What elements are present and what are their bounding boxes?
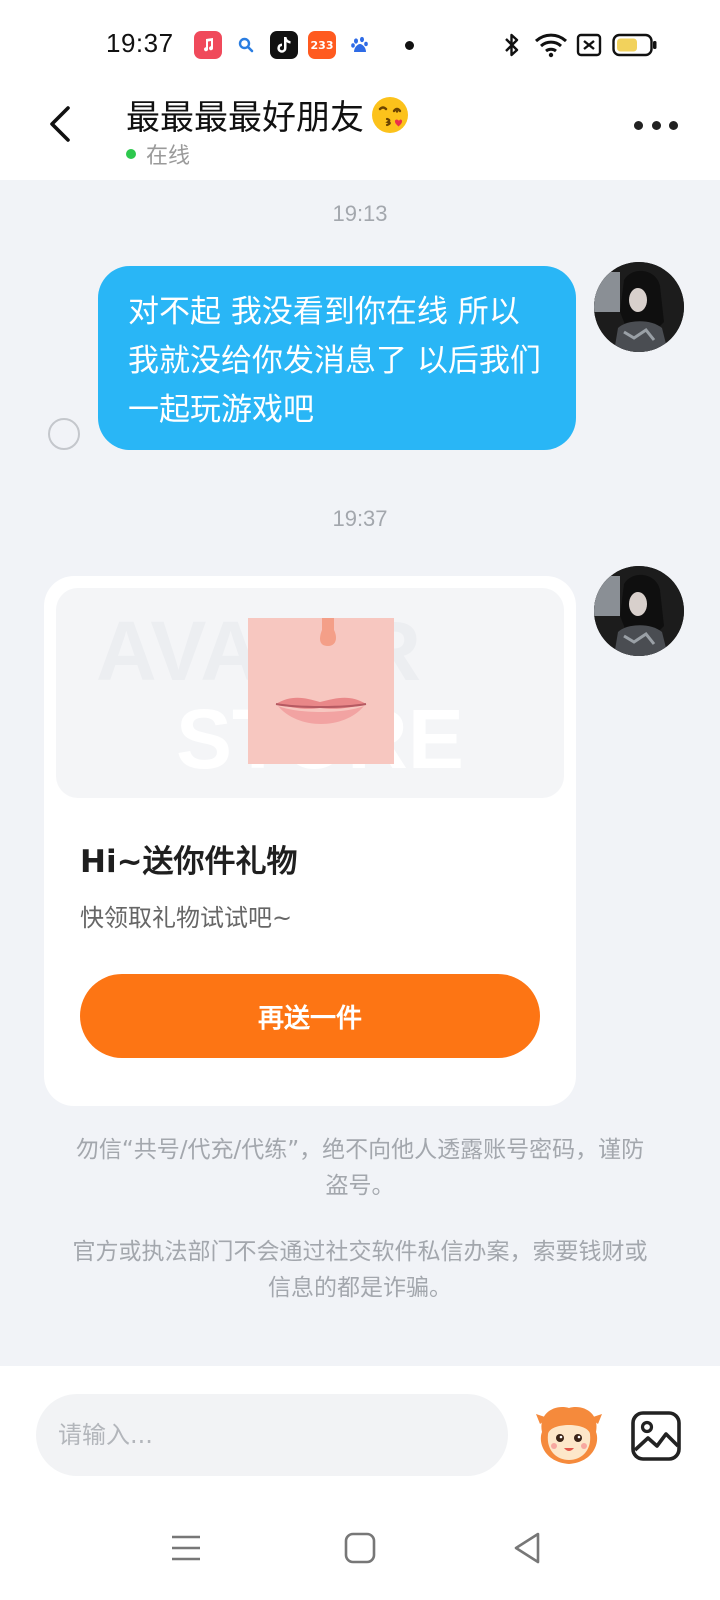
more-dot-icon (634, 120, 643, 130)
mascot-emoji-icon (536, 1407, 602, 1464)
send-another-button[interactable]: 再送一件 (80, 974, 540, 1058)
wifi-icon (534, 30, 568, 60)
kiss-emoji-icon (370, 95, 410, 144)
safety-notice: 官方或执法部门不会通过社交软件私信办案，索要钱财或信息的都是诈骗。 (72, 1239, 648, 1301)
image-button[interactable] (630, 1410, 682, 1462)
avatar-image (594, 566, 684, 656)
safety-notice: 勿信“共号/代充/代练”，绝不向他人透露账号密码，谨防盗号。 (75, 1137, 645, 1199)
system-nav-bar (0, 1500, 720, 1600)
music-app-icon (194, 31, 222, 59)
more-options-button[interactable] (634, 118, 678, 132)
chevron-left-icon (50, 106, 70, 142)
avatar-image (594, 262, 684, 352)
gift-card[interactable]: AVATAR STORE Hi~送你件礼物 快领取礼物试试吧~ 再送一件 (44, 576, 576, 1106)
page-title: 最最最最好朋友 (126, 90, 410, 144)
lips-item-image (248, 618, 394, 764)
triangle-back-icon (514, 1532, 540, 1564)
bluetooth-icon (502, 30, 522, 60)
presence-label: 在线 (146, 144, 191, 169)
status-time: 19:37 (106, 28, 174, 58)
message-status-icon (48, 418, 80, 450)
recent-apps-button[interactable] (166, 1528, 206, 1568)
message-input[interactable] (36, 1394, 508, 1476)
tiktok-app-icon (270, 31, 298, 59)
timestamp: 19:37 (332, 506, 388, 531)
square-icon (344, 1532, 376, 1564)
233-app-icon: 233 (308, 31, 336, 59)
gift-title: Hi~送你件礼物 (80, 844, 298, 880)
contact-name: 最最最最好朋友 (126, 98, 364, 138)
emoji-button[interactable] (534, 1402, 604, 1470)
gift-banner: AVATAR STORE (56, 588, 564, 798)
chat-header: 最最最最好朋友 在线 (0, 88, 720, 180)
avatar[interactable] (594, 262, 684, 352)
gift-subtitle: 快领取礼物试试吧~ (80, 904, 293, 932)
notification-dot-icon (405, 41, 414, 50)
sent-message-bubble[interactable]: 对不起 我没看到你在线 所以我就没给你发消息了 以后我们一起玩游戏吧 (98, 266, 576, 450)
image-icon (631, 1411, 681, 1461)
timestamp: 19:13 (332, 201, 388, 226)
menu-icon (172, 1535, 200, 1561)
system-back-button[interactable] (508, 1528, 548, 1568)
battery-icon (612, 30, 658, 60)
baidu-app-icon (346, 31, 374, 59)
back-button[interactable] (40, 102, 84, 146)
more-dot-icon (651, 120, 661, 130)
online-dot-icon (126, 149, 136, 159)
presence-status: 在线 (126, 138, 190, 170)
no-sim-icon (576, 30, 602, 60)
search-app-icon (232, 31, 260, 59)
home-button[interactable] (340, 1528, 380, 1568)
status-bar: 19:37 233 (0, 0, 720, 88)
more-dot-icon (669, 120, 678, 130)
message-text: 对不起 我没看到你在线 所以我就没给你发消息了 以后我们一起玩游戏吧 (128, 294, 541, 428)
avatar[interactable] (594, 566, 684, 656)
